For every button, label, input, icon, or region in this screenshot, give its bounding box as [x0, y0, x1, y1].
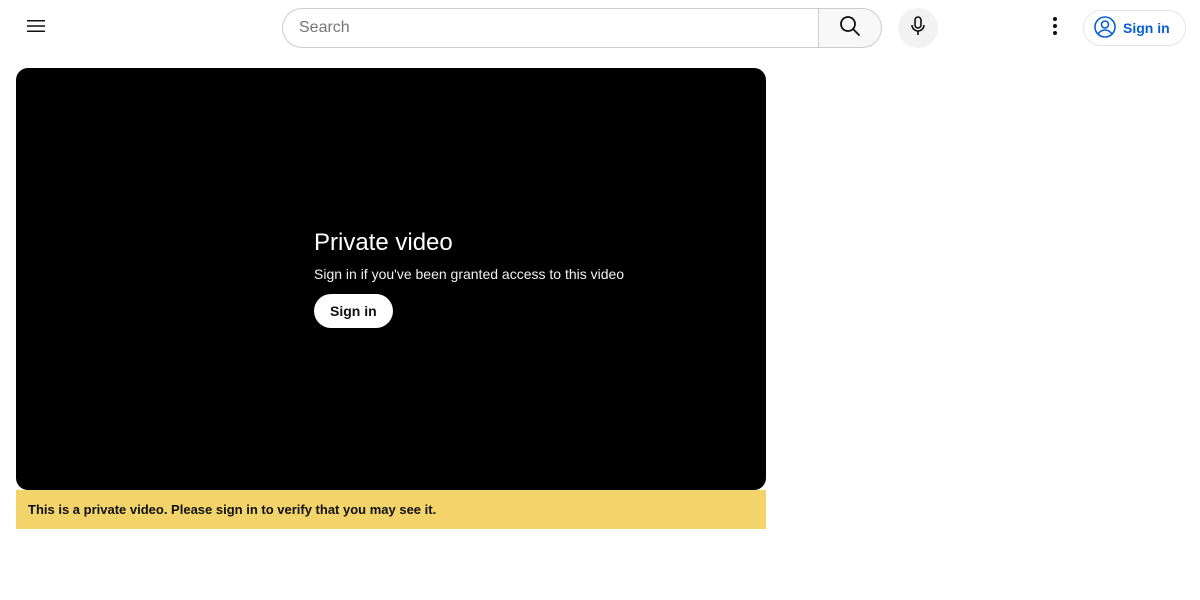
more-vert-icon	[1043, 14, 1067, 43]
header-signin-button[interactable]: Sign in	[1083, 10, 1186, 46]
voice-search-button[interactable]	[898, 8, 938, 48]
top-bar: Sign in	[0, 0, 1200, 56]
search-bar	[282, 8, 882, 48]
search-button[interactable]	[818, 8, 882, 48]
player-signin-button[interactable]: Sign in	[314, 294, 393, 328]
banner-message: This is a private video. Please sign in …	[28, 502, 437, 517]
private-video-banner: This is a private video. Please sign in …	[16, 490, 766, 529]
account-circle-icon	[1093, 15, 1117, 42]
private-video-subtitle: Sign in if you've been granted access to…	[314, 266, 625, 282]
private-video-title: Private video	[314, 229, 453, 256]
search-icon	[838, 14, 862, 43]
search-input[interactable]	[282, 8, 818, 48]
microphone-icon	[906, 14, 930, 43]
header-signin-label: Sign in	[1123, 20, 1170, 36]
private-video-message: Private video Sign in if you've been gra…	[314, 228, 624, 328]
settings-more-button[interactable]	[1035, 8, 1075, 48]
video-player[interactable]: Private video Sign in if you've been gra…	[16, 68, 766, 490]
hamburger-menu-icon	[24, 14, 48, 43]
guide-menu-button[interactable]	[16, 8, 56, 48]
